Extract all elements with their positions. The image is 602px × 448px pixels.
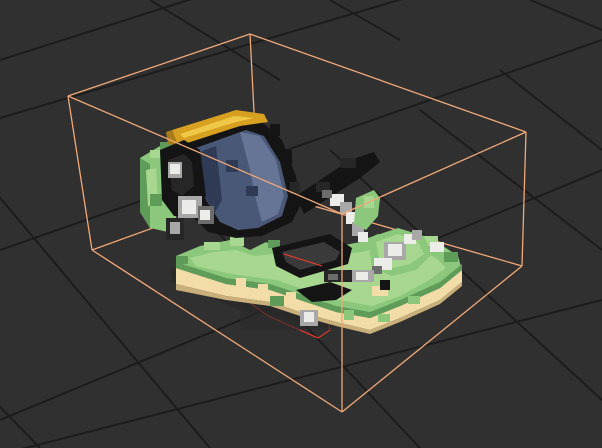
3d-viewport[interactable] [0,0,602,448]
viewport-background [0,0,602,448]
